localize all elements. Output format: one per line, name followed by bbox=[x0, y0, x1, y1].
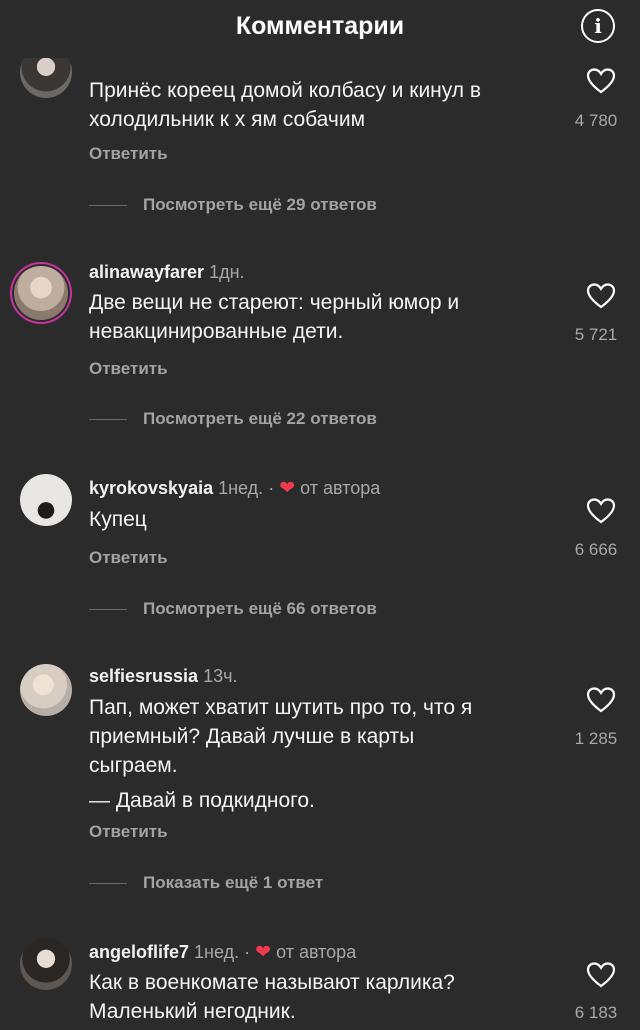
comment-meta: kyrokovskyaia 1нед. · ❤ от автора bbox=[89, 477, 380, 500]
author-heart-icon: ❤ bbox=[279, 478, 296, 499]
heart-icon[interactable] bbox=[586, 686, 616, 714]
comment-text: Как в военкомате называют карлика? Мален… bbox=[89, 968, 559, 1026]
comment-line: Как в военкомате называют карлика? bbox=[89, 971, 455, 994]
username[interactable]: kyrokovskyaia bbox=[89, 478, 213, 498]
divider-line bbox=[89, 609, 127, 611]
timestamp: 1нед. bbox=[194, 942, 240, 962]
timestamp: 1дн. bbox=[209, 262, 245, 282]
header-bar: Комментарии i bbox=[0, 0, 640, 58]
comment-line: Маленький негодник. bbox=[89, 1000, 296, 1023]
view-more-replies[interactable]: Показать ещё 1 ответ bbox=[89, 873, 323, 897]
view-more-label: Посмотреть ещё 29 ответов bbox=[143, 195, 377, 214]
like-count: 1 285 bbox=[574, 729, 618, 748]
view-more-replies[interactable]: Посмотреть ещё 66 ответов bbox=[89, 599, 377, 623]
heart-icon[interactable] bbox=[586, 961, 616, 989]
reply-button[interactable]: Ответить bbox=[89, 144, 168, 164]
comment-meta: alinawayfarer 1дн. bbox=[89, 262, 245, 283]
comment-line: Купец bbox=[89, 508, 147, 531]
like-count: 4 780 bbox=[574, 111, 618, 130]
comment-meta: angeloflife7 1нед. · ❤ от автора bbox=[89, 941, 356, 964]
avatar[interactable] bbox=[14, 266, 68, 320]
view-more-label: Посмотреть ещё 22 ответов bbox=[143, 409, 377, 428]
comment-text: Две вещи не стареют: черный юмор и невак… bbox=[89, 288, 559, 346]
liked-by-author-label: от автора bbox=[300, 478, 381, 498]
page-title: Комментарии bbox=[235, 12, 405, 40]
comment-text: Пап, может хватит шутить про то, что я п… bbox=[89, 693, 559, 815]
comment-meta: selfiesrussia 13ч. bbox=[89, 666, 238, 687]
comment-line: Принёс кореец домой колбасу и кинул в bbox=[89, 79, 482, 102]
comment-line: приемный? Давай лучше в карты bbox=[89, 725, 415, 748]
username[interactable]: selfiesrussia bbox=[89, 666, 198, 686]
view-more-replies[interactable]: Посмотреть ещё 29 ответов bbox=[89, 195, 377, 219]
reply-button[interactable]: Ответить bbox=[89, 822, 168, 842]
heart-icon[interactable] bbox=[586, 282, 616, 310]
comment-line: сыграем. bbox=[89, 754, 178, 777]
divider-line bbox=[89, 419, 127, 421]
like-count: 5 721 bbox=[574, 325, 618, 344]
avatar[interactable] bbox=[20, 474, 72, 526]
comment-line: невакцинированные дети. bbox=[89, 320, 344, 343]
comment-line: Две вещи не стареют: черный юмор и bbox=[89, 291, 460, 314]
timestamp: 13ч. bbox=[203, 666, 238, 686]
view-more-replies[interactable]: Посмотреть ещё 22 ответов bbox=[89, 409, 377, 433]
author-heart-icon: ❤ bbox=[255, 942, 272, 963]
reply-button[interactable]: Ответить bbox=[89, 548, 168, 568]
heart-icon[interactable] bbox=[586, 497, 616, 525]
heart-icon[interactable] bbox=[586, 67, 616, 95]
like-count: 6 666 bbox=[574, 540, 618, 559]
comment-line: холодильник к х ям собачим bbox=[89, 108, 366, 131]
comment-text: Принёс кореец домой колбасу и кинул в хо… bbox=[89, 76, 559, 134]
like-count: 6 183 bbox=[574, 1003, 618, 1022]
separator-dot: · bbox=[268, 478, 275, 498]
username[interactable]: angeloflife7 bbox=[89, 942, 189, 962]
view-more-label: Показать ещё 1 ответ bbox=[143, 873, 324, 892]
comment-line: Пап, может хватит шутить про то, что я bbox=[89, 696, 473, 719]
divider-line bbox=[89, 883, 127, 885]
liked-by-author-label: от автора bbox=[276, 942, 357, 962]
info-icon[interactable]: i bbox=[581, 9, 615, 43]
avatar[interactable] bbox=[20, 938, 72, 990]
timestamp: 1нед. bbox=[218, 478, 264, 498]
comment-line: — Давай в подкидного. bbox=[89, 789, 315, 812]
avatar[interactable] bbox=[20, 664, 72, 716]
separator-dot: · bbox=[244, 942, 251, 962]
view-more-label: Посмотреть ещё 66 ответов bbox=[143, 599, 377, 618]
comment-text: Купец bbox=[89, 505, 559, 534]
username[interactable]: alinawayfarer bbox=[89, 262, 204, 282]
comments-list: Принёс кореец домой колбасу и кинул в хо… bbox=[0, 0, 640, 1030]
divider-line bbox=[89, 205, 127, 207]
reply-button[interactable]: Ответить bbox=[89, 359, 168, 379]
